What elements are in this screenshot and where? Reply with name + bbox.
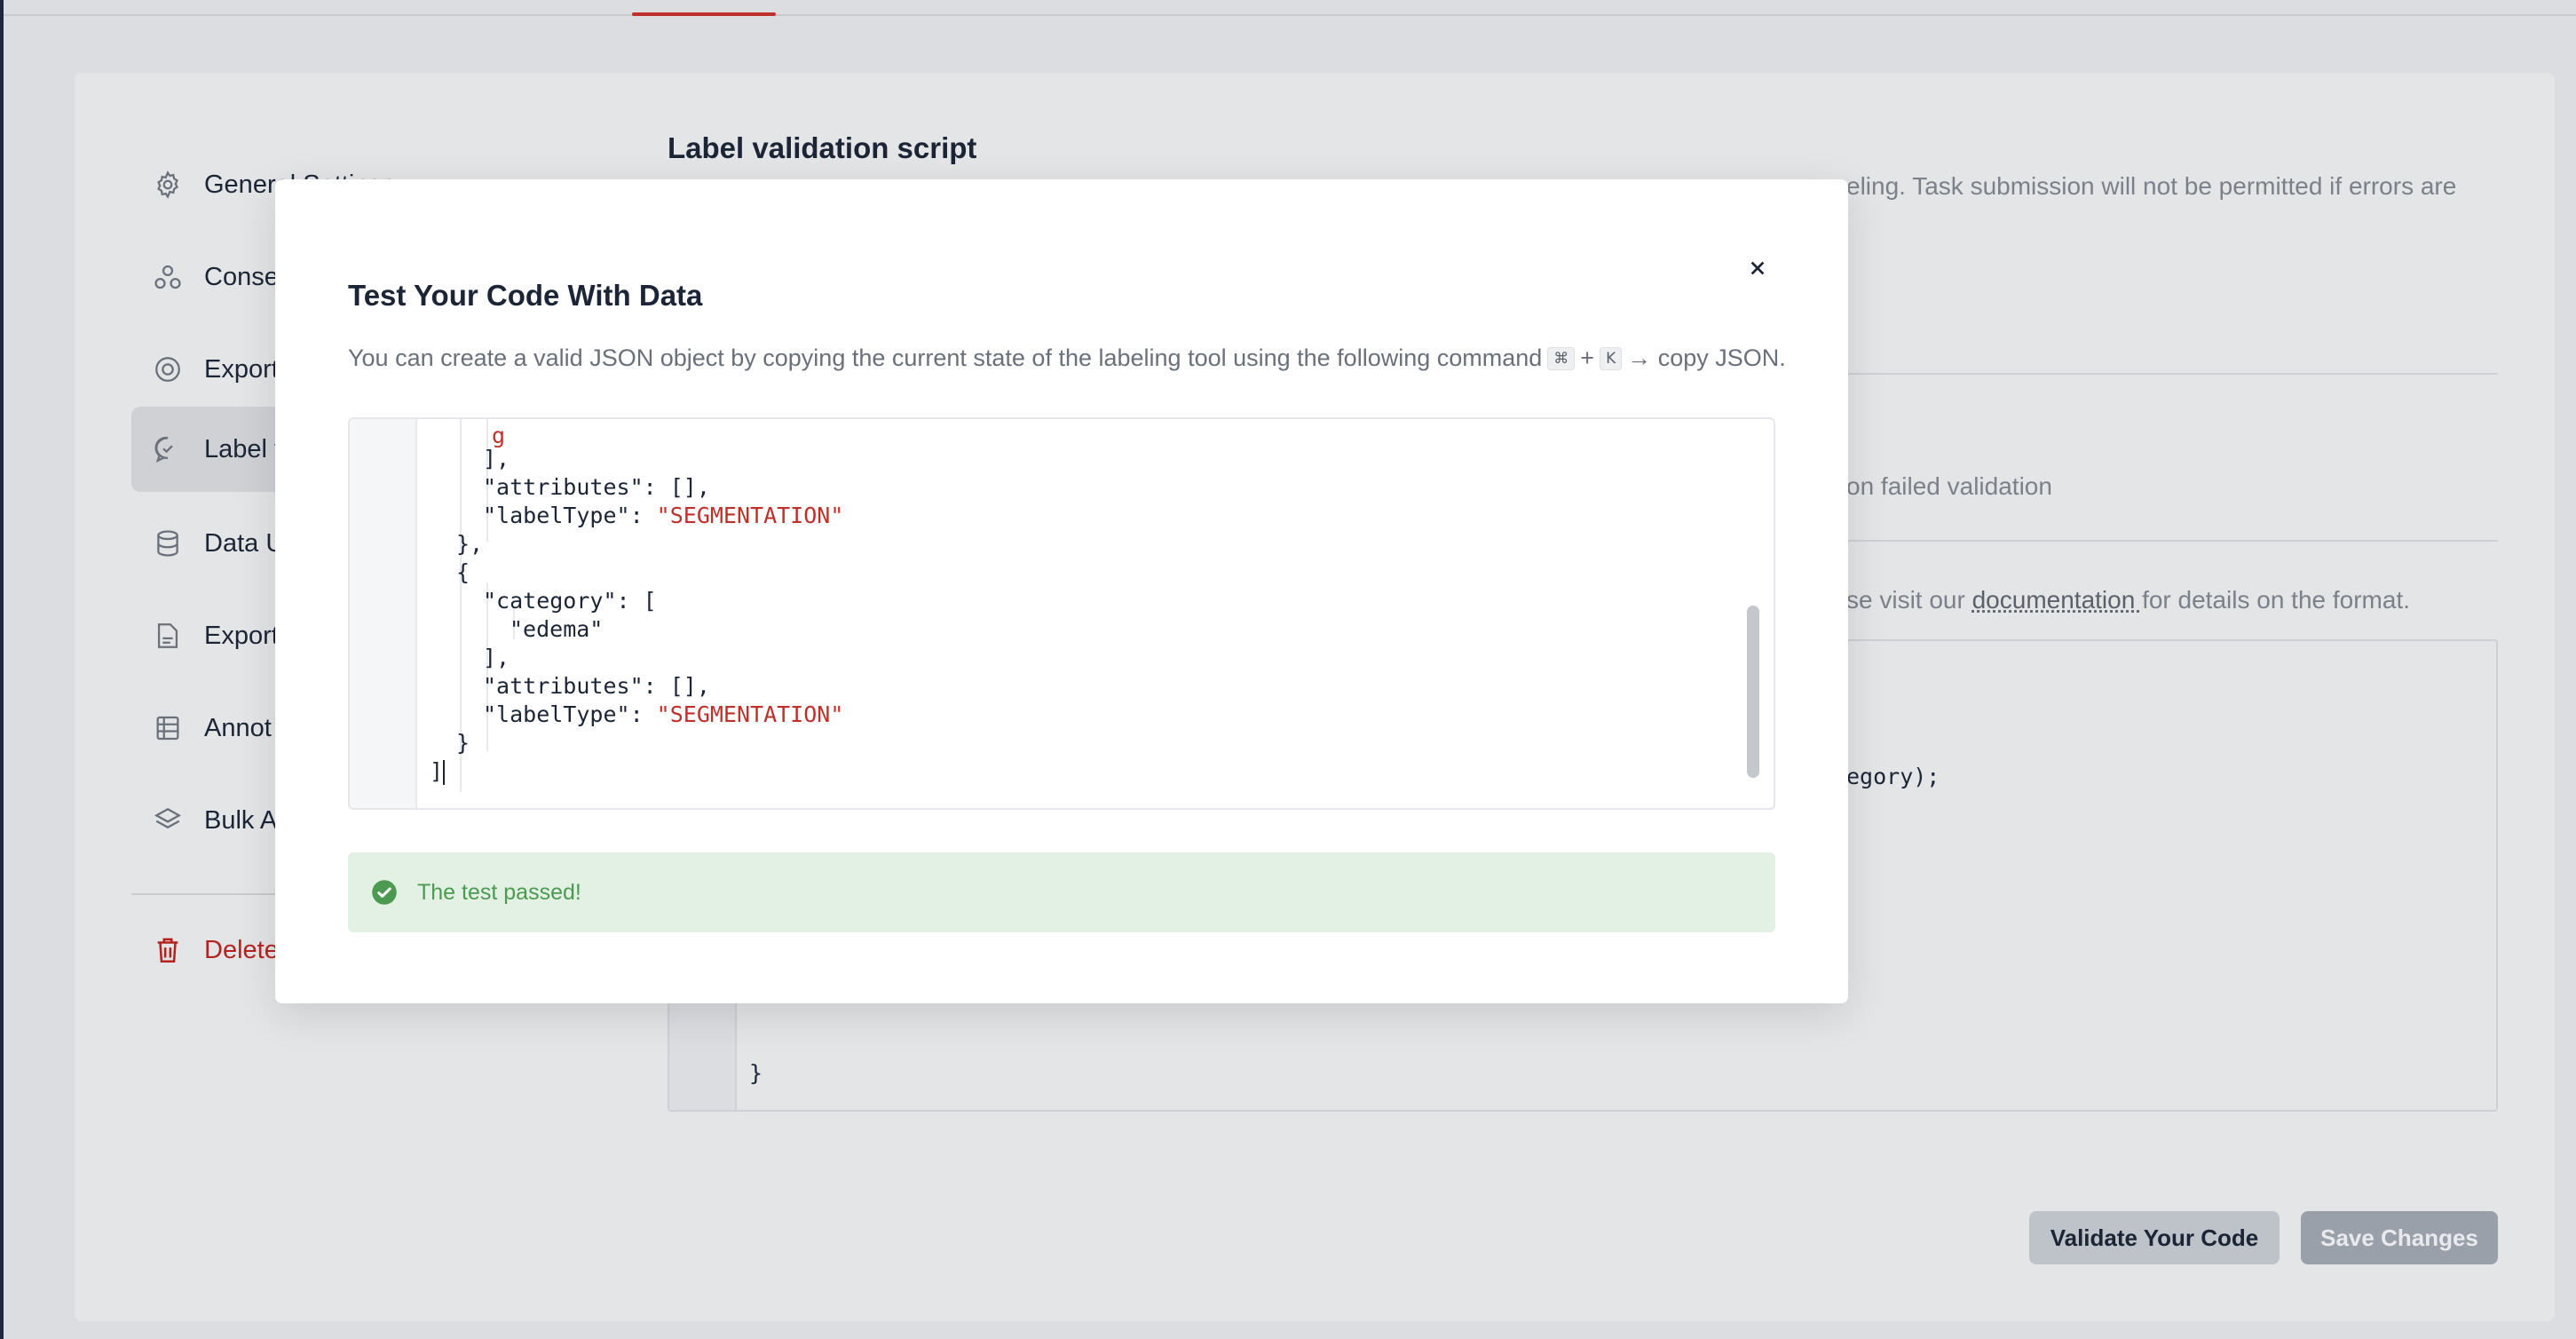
code-line: "labelType": "SEGMENTATION" (483, 503, 843, 528)
modal-title: Test Your Code With Data (348, 279, 703, 312)
editor-gutter (350, 419, 417, 808)
modal-description: You can create a valid JSON object by co… (348, 345, 1786, 372)
scrollbar-thumb[interactable] (1747, 606, 1759, 778)
json-string: "SEGMENTATION" (656, 701, 844, 727)
json-key: "labelType": (483, 701, 657, 727)
code-line-partial: g (492, 423, 506, 448)
json-string: "SEGMENTATION" (656, 503, 844, 528)
code-line: "category": [ (483, 588, 657, 614)
json-editor[interactable]: g ], "attributes": [], "labelType": "SEG… (348, 417, 1775, 810)
close-button[interactable] (1742, 252, 1774, 284)
test-result-alert: The test passed! (348, 852, 1775, 932)
desc-text-after: → copy JSON. (1627, 345, 1786, 371)
code-line: } (456, 730, 470, 756)
json-bracket: ] (430, 758, 444, 784)
code-line: "labelType": "SEGMENTATION" (483, 701, 843, 727)
code-line: { (456, 559, 470, 585)
plus-sign: + (1580, 345, 1595, 371)
check-circle-icon (372, 880, 397, 905)
json-key: "labelType": (483, 503, 657, 528)
code-line: "attributes": [], (483, 673, 710, 699)
code-line: ], (483, 446, 510, 471)
code-line: "edema" (510, 616, 604, 642)
text-cursor (443, 760, 446, 785)
k-key: K (1600, 346, 1623, 370)
close-icon (1750, 261, 1765, 275)
command-key: ⌘ (1547, 346, 1576, 370)
test-code-modal: Test Your Code With Data You can create … (275, 179, 1848, 1003)
alert-message: The test passed! (417, 879, 581, 905)
code-line: ], (483, 645, 510, 670)
desc-text: You can create a valid JSON object by co… (348, 345, 1543, 371)
code-line: }, (456, 531, 484, 557)
code-line: ] (430, 758, 446, 785)
code-line: "attributes": [], (483, 474, 710, 500)
